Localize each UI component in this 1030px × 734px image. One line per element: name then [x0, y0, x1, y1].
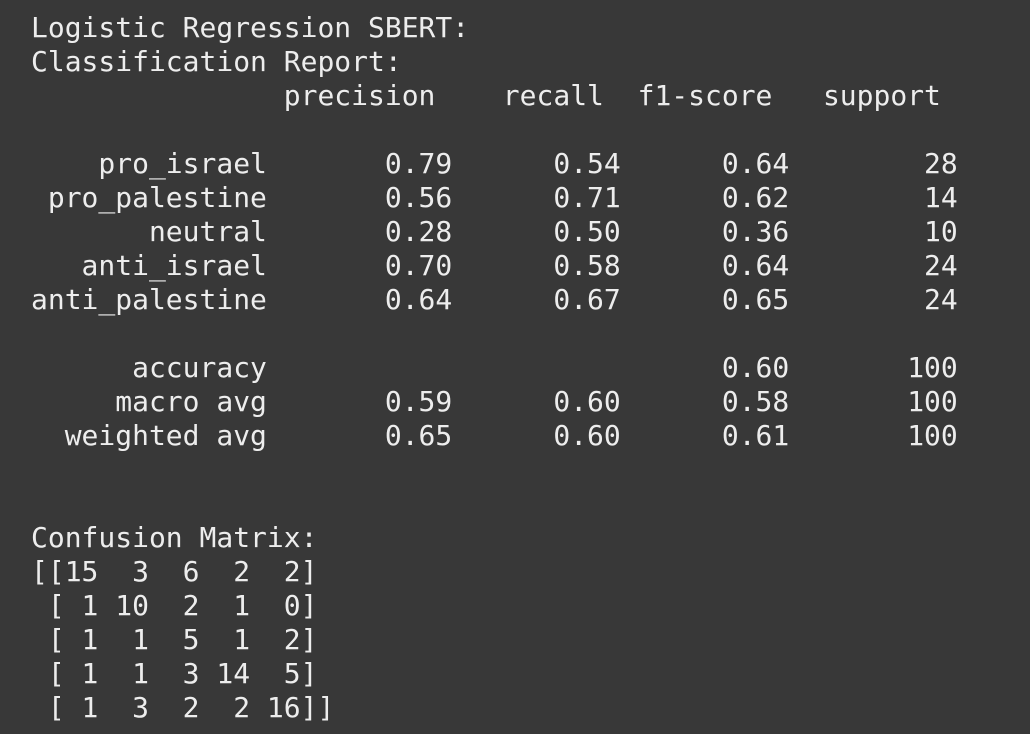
model-title: Logistic Regression SBERT: — [31, 11, 470, 44]
terminal-output: Logistic Regression SBERT: Classificatio… — [0, 0, 1030, 734]
confusion-row-2: [ 1 10 2 1 0] — [31, 589, 318, 622]
report-row-anti-palestine: anti_palestine 0.64 0.67 0.65 24 — [31, 283, 958, 316]
report-row-neutral: neutral 0.28 0.50 0.36 10 — [31, 215, 958, 248]
confusion-row-1: [[15 3 6 2 2] — [31, 555, 318, 588]
summary-accuracy: accuracy 0.60 100 — [31, 351, 958, 384]
report-row-anti-israel: anti_israel 0.70 0.58 0.64 24 — [31, 249, 958, 282]
summary-macro-avg: macro avg 0.59 0.60 0.58 100 — [31, 385, 958, 418]
confusion-row-3: [ 1 1 5 1 2] — [31, 623, 318, 656]
confusion-row-5: [ 1 3 2 2 16]] — [31, 691, 335, 724]
report-row-pro-israel: pro_israel 0.79 0.54 0.64 28 — [31, 147, 958, 180]
report-header: precision recall f1-score support — [31, 79, 941, 112]
report-row-pro-palestine: pro_palestine 0.56 0.71 0.62 14 — [31, 181, 958, 214]
report-title: Classification Report: — [31, 45, 402, 78]
confusion-row-4: [ 1 1 3 14 5] — [31, 657, 318, 690]
summary-weighted-avg: weighted avg 0.65 0.60 0.61 100 — [31, 419, 958, 452]
confusion-title: Confusion Matrix: — [31, 521, 318, 554]
